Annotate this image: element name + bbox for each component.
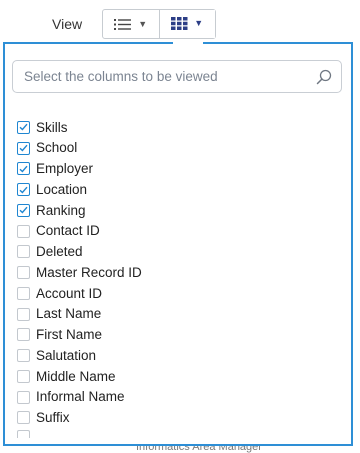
column-option-label: School <box>36 140 78 156</box>
column-option-label: Employer <box>36 161 94 177</box>
popup-border <box>3 42 173 44</box>
checkbox-checked[interactable] <box>17 162 30 176</box>
column-option[interactable]: Account ID <box>17 283 142 304</box>
column-option[interactable]: Suffix <box>17 408 142 429</box>
column-option[interactable]: Deleted <box>17 242 142 263</box>
grid-icon <box>171 16 188 30</box>
grid-view-button[interactable]: ▼ <box>159 10 215 38</box>
column-option-label: Account ID <box>36 285 103 301</box>
checkbox[interactable] <box>17 266 30 280</box>
popup-border <box>203 42 353 44</box>
checkbox[interactable] <box>17 390 30 404</box>
column-option-label: Last Name <box>36 306 102 322</box>
column-option-label: Suffix <box>36 410 70 426</box>
column-option-label: Location <box>36 181 88 197</box>
column-option-label: Deleted <box>36 244 83 260</box>
column-option[interactable]: Informal Name <box>17 387 142 408</box>
checkbox-checked[interactable] <box>17 183 30 197</box>
column-search-box <box>12 60 342 93</box>
checkbox[interactable] <box>17 224 30 238</box>
column-option[interactable]: Salutation <box>17 345 142 366</box>
view-label: View <box>52 16 83 32</box>
column-option-label: Ranking <box>36 202 86 218</box>
checkmark-icon <box>19 186 28 194</box>
chevron-down-icon: ▼ <box>194 18 204 28</box>
list-icon <box>114 18 132 30</box>
checkbox[interactable] <box>17 369 30 383</box>
list-view-button[interactable]: ▼ <box>103 10 160 38</box>
column-option[interactable]: Last Name <box>17 304 142 325</box>
checkmark-icon <box>19 144 28 152</box>
checkmark-icon <box>19 207 28 214</box>
column-search-input[interactable] <box>13 61 303 92</box>
column-option[interactable]: Skills <box>17 117 142 138</box>
checkbox[interactable] <box>17 411 30 425</box>
column-option-label: Informal Name <box>36 389 125 405</box>
chevron-down-icon: ▼ <box>138 19 148 29</box>
column-option[interactable]: Employer <box>17 159 142 180</box>
checkbox[interactable] <box>17 430 30 438</box>
column-option[interactable]: Location <box>17 179 142 200</box>
column-option[interactable]: First Name <box>17 325 142 346</box>
checkbox-checked[interactable] <box>17 203 30 217</box>
column-option[interactable]: School <box>17 138 142 159</box>
checkbox[interactable] <box>17 286 30 300</box>
column-option-label: Salutation <box>36 347 97 363</box>
column-option[interactable]: Contact ID <box>17 221 142 242</box>
column-option-label: Contact ID <box>36 223 100 239</box>
checkbox-checked[interactable] <box>17 120 30 134</box>
checkbox[interactable] <box>17 349 30 363</box>
checkbox[interactable] <box>17 245 30 259</box>
column-option[interactable]: Middle Name <box>17 366 142 387</box>
view-toggle-group: ▼ ▼ <box>102 9 216 39</box>
checkbox[interactable] <box>17 307 30 321</box>
column-option[interactable]: Master Record ID <box>17 262 142 283</box>
checkmark-icon <box>19 165 28 173</box>
checkbox-checked[interactable] <box>17 141 30 155</box>
column-option-label: Master Record ID <box>36 264 142 280</box>
checkmark-icon <box>19 124 28 131</box>
column-option-label: Skills <box>36 119 68 135</box>
column-option-label: First Name <box>36 327 103 343</box>
column-option[interactable]: Ranking <box>17 200 142 221</box>
search-icon[interactable] <box>316 69 332 85</box>
column-list: Skills School Employer Location Ranking Conta… <box>17 117 142 428</box>
checkbox[interactable] <box>17 328 30 342</box>
column-option-label: Middle Name <box>36 368 116 384</box>
